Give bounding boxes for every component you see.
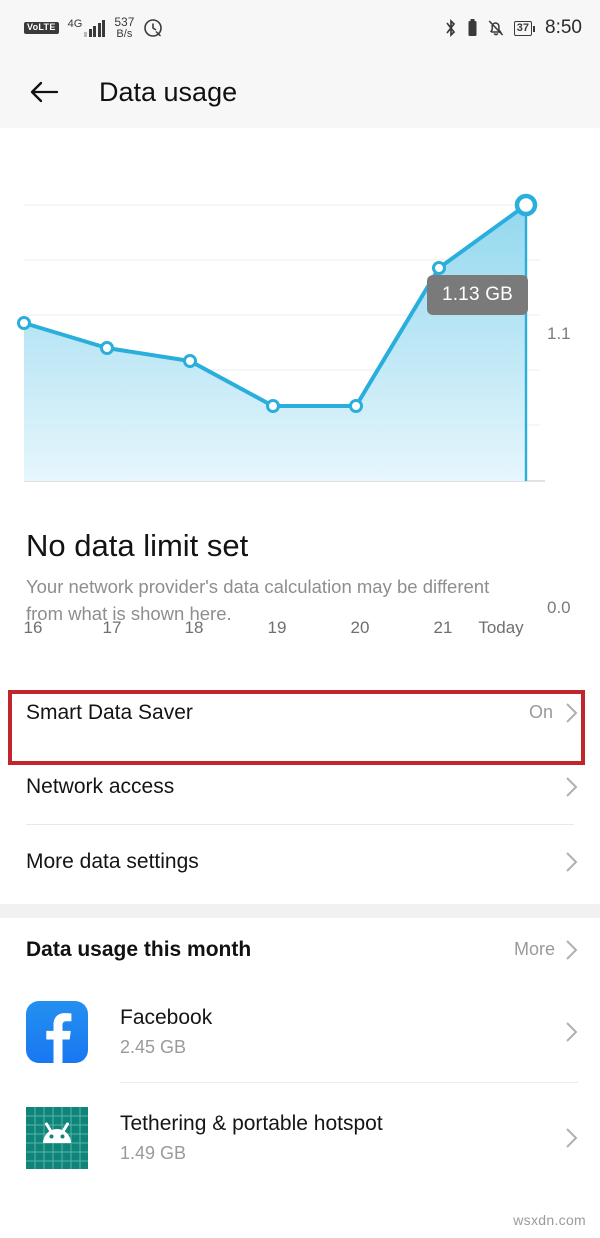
status-badge: On bbox=[528, 702, 553, 723]
chart-xtick-6: Today bbox=[478, 618, 524, 637]
settings-row-right bbox=[565, 776, 578, 798]
section-separator-band bbox=[0, 903, 600, 918]
settings-row-right bbox=[565, 851, 578, 873]
data-limit-subtext: Your network provider's data calculation… bbox=[26, 576, 490, 624]
mute-bell-icon bbox=[487, 18, 505, 38]
signal-bars-icon: 4G bbox=[67, 17, 106, 37]
chart-xtick-2: 18 bbox=[184, 618, 204, 637]
app-data-size: 1.49 GB bbox=[120, 1143, 187, 1164]
data-speed-unit: B/s bbox=[116, 27, 133, 40]
chart-xtick-3: 19 bbox=[267, 618, 287, 637]
app-usage-row-tethering[interactable]: Tethering & portable hotspot 1.49 GB bbox=[0, 1083, 600, 1193]
status-bar: VoLTE 4G 537 B/s 37 8:50 bbox=[0, 0, 600, 56]
status-bar-right: 37 8:50 bbox=[444, 17, 582, 39]
chart-point-today-selected bbox=[514, 193, 538, 217]
this-month-header: Data usage this month More bbox=[0, 918, 600, 982]
settings-row-network-access[interactable]: Network access bbox=[0, 749, 600, 824]
battery-percent-icon: 37 bbox=[513, 20, 536, 36]
data-usage-chart[interactable]: 1.13 GB 1.1 0.0 16 17 18 19 20 21 Today bbox=[0, 128, 600, 637]
alarm-icon bbox=[143, 18, 163, 38]
chart-xtick-0: 16 bbox=[23, 618, 43, 637]
section-title: Data usage this month bbox=[26, 937, 252, 961]
watermark: wsxdn.com bbox=[513, 1212, 586, 1228]
app-data-size: 2.45 GB bbox=[120, 1037, 187, 1058]
data-speed-value: 537 bbox=[114, 14, 135, 29]
chart-point-17 bbox=[100, 341, 114, 355]
chart-ytick-max: 1.1 bbox=[547, 324, 571, 343]
chart-xtick-5: 21 bbox=[433, 618, 453, 637]
settings-row-label: Network access bbox=[26, 774, 175, 798]
data-limit-headline: No data limit set bbox=[26, 528, 249, 563]
chevron-right-icon bbox=[566, 776, 578, 797]
volte-icon: VoLTE bbox=[24, 21, 59, 34]
data-speed-indicator: 537 B/s bbox=[114, 16, 134, 40]
chart-area-fill bbox=[24, 205, 526, 481]
chart-xtick-4: 20 bbox=[350, 618, 370, 637]
chart-point-16 bbox=[17, 316, 31, 330]
chart-point-20 bbox=[349, 399, 363, 413]
back-arrow-icon[interactable] bbox=[27, 75, 61, 109]
chart-point-19 bbox=[266, 399, 280, 413]
app-info: Tethering & portable hotspot 1.49 GB bbox=[120, 1111, 565, 1164]
app-usage-row-facebook[interactable]: Facebook 2.45 GB bbox=[0, 982, 600, 1082]
more-button[interactable]: More bbox=[514, 939, 578, 961]
app-info: Facebook 2.45 GB bbox=[120, 1005, 565, 1058]
android-tethering-icon bbox=[26, 1106, 88, 1169]
chevron-right-icon bbox=[566, 702, 578, 723]
chart-ytick-min: 0.0 bbox=[547, 598, 571, 617]
page-title: Data usage bbox=[99, 76, 238, 107]
facebook-icon bbox=[26, 1000, 88, 1063]
settings-row-smart-data-saver[interactable]: Smart Data Saver On bbox=[0, 675, 600, 750]
chart-xtick-1: 17 bbox=[102, 618, 122, 637]
status-bar-clock: 8:50 bbox=[545, 17, 582, 38]
bluetooth-icon bbox=[444, 18, 458, 38]
battery-body-icon bbox=[467, 18, 478, 38]
data-limit-summary: No data limit set Your network provider'… bbox=[0, 528, 600, 628]
app-bar: Data usage bbox=[0, 56, 600, 128]
settings-row-label: More data settings bbox=[26, 849, 199, 873]
chevron-right-icon bbox=[566, 1021, 578, 1042]
chevron-right-icon bbox=[566, 1127, 578, 1148]
network-gen-label: 4G bbox=[67, 17, 83, 30]
status-bar-left: VoLTE 4G 537 B/s bbox=[24, 16, 163, 40]
more-label: More bbox=[513, 939, 555, 960]
chart-point-21 bbox=[432, 261, 446, 275]
settings-row-right: On bbox=[529, 702, 578, 724]
chevron-right-icon bbox=[566, 939, 578, 960]
chart-canvas bbox=[17, 193, 545, 482]
chart-point-18 bbox=[183, 354, 197, 368]
settings-row-label: Smart Data Saver bbox=[26, 700, 193, 724]
signal-bar-group bbox=[84, 19, 106, 37]
app-name: Facebook bbox=[120, 1006, 213, 1029]
chevron-right-icon bbox=[566, 851, 578, 872]
chart-tooltip: 1.13 GB bbox=[427, 275, 528, 315]
app-name: Tethering & portable hotspot bbox=[120, 1112, 383, 1135]
settings-row-more-data-settings[interactable]: More data settings bbox=[0, 824, 600, 899]
